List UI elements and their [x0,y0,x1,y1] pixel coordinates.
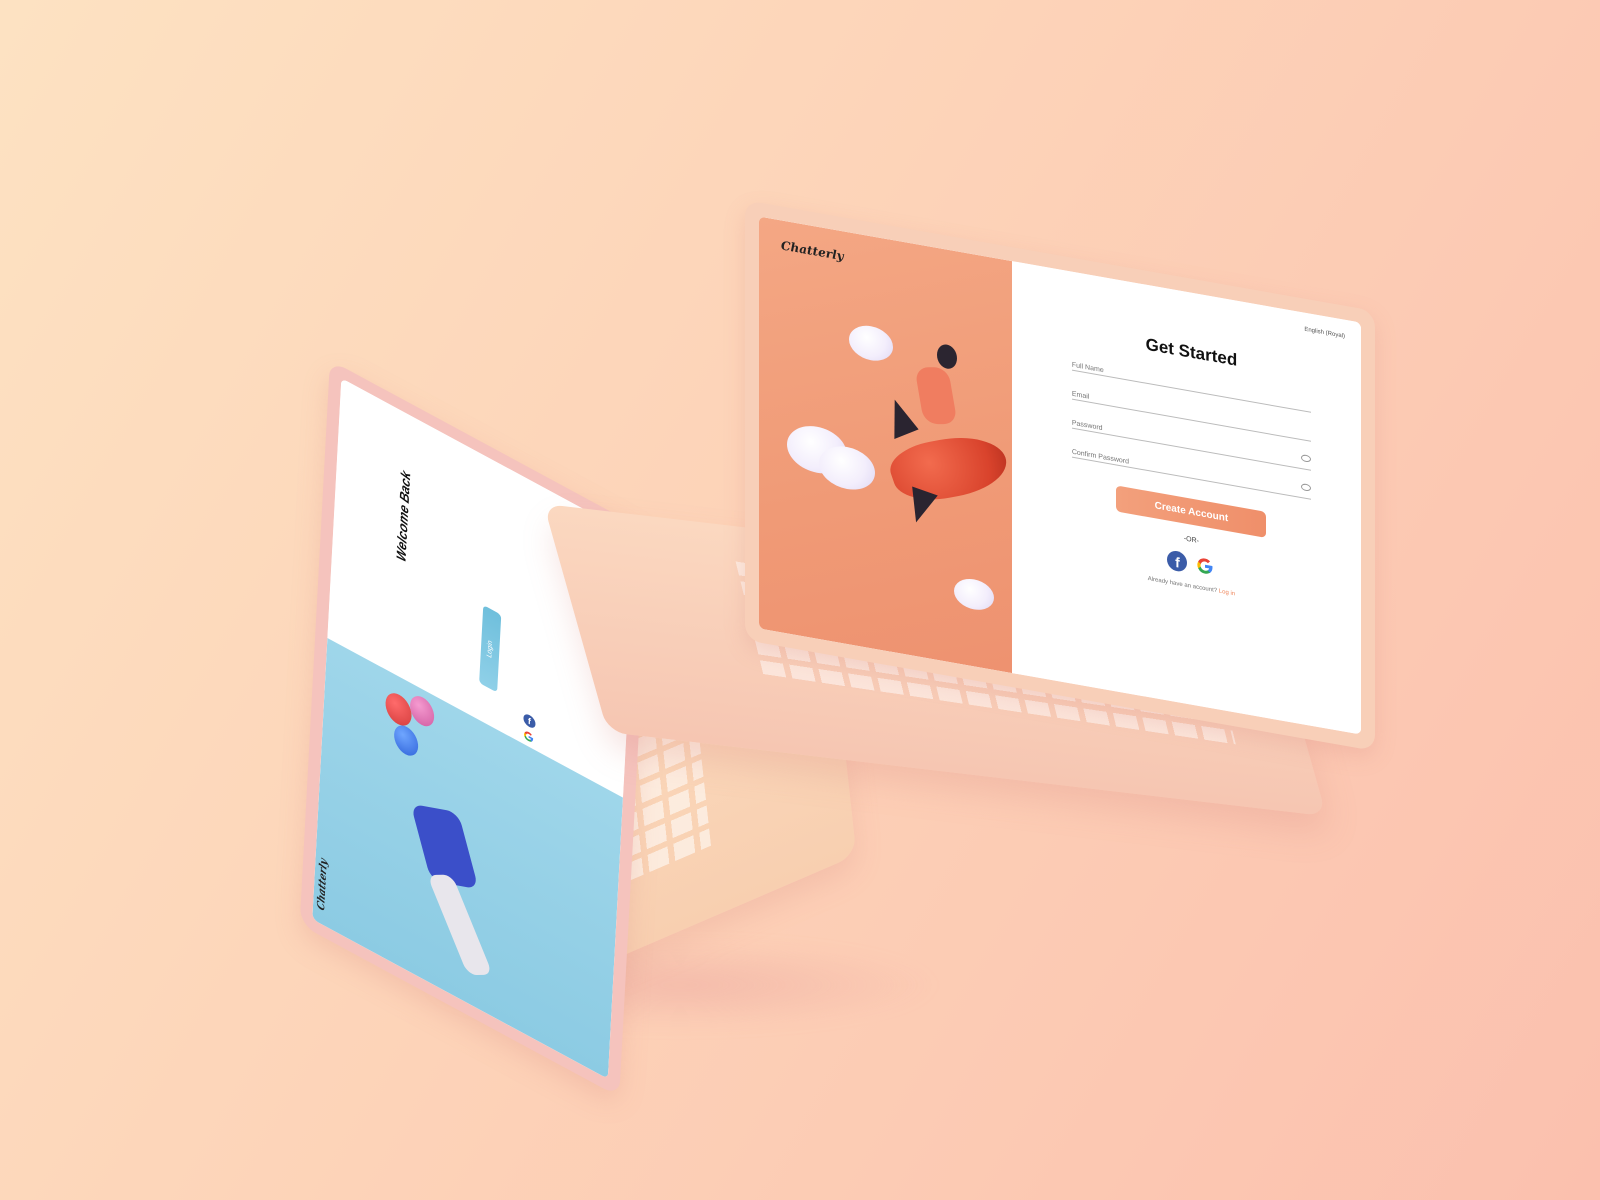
facebook-icon[interactable]: f [1167,549,1188,574]
login-link[interactable]: Log in [1219,589,1235,598]
mockup-stage: Welcome Back Login f Chatterly Chatterly… [0,0,1600,1200]
left-brand-logo: Chatterly [315,856,330,914]
man-legs [427,874,493,976]
language-select[interactable]: English (Royal) [1304,327,1345,340]
left-laptop-lid: Welcome Back Login f Chatterly [299,360,650,1098]
signup-form-panel: English (Royal) Get Started Create Accou… [1011,261,1361,735]
google-icon[interactable] [1195,554,1215,578]
google-icon[interactable] [522,728,535,746]
login-button[interactable]: Login [479,605,502,693]
signup-illustration-panel: Chatterly [759,216,1015,674]
signin-text: Already have an account? [1147,576,1218,595]
rocket [883,429,1015,507]
girl-head [937,342,957,371]
girl-torso [914,367,958,425]
balloon-pink [409,690,435,732]
brand-logo: Chatterly [781,238,844,264]
left-social-login: f [522,712,536,746]
right-laptop-screen: Chatterly English (Royal) Get Started Fu… [759,216,1361,735]
left-laptop-screen: Welcome Back Login f Chatterly [312,378,637,1079]
welcome-title: Welcome Back [393,467,414,565]
rocket-fin-top [877,396,919,440]
balloon-blue [393,720,419,761]
cloud-top [849,322,893,365]
cloud-left-2 [819,442,875,494]
cloud-bottom [954,575,994,613]
facebook-icon[interactable]: f [523,712,536,731]
